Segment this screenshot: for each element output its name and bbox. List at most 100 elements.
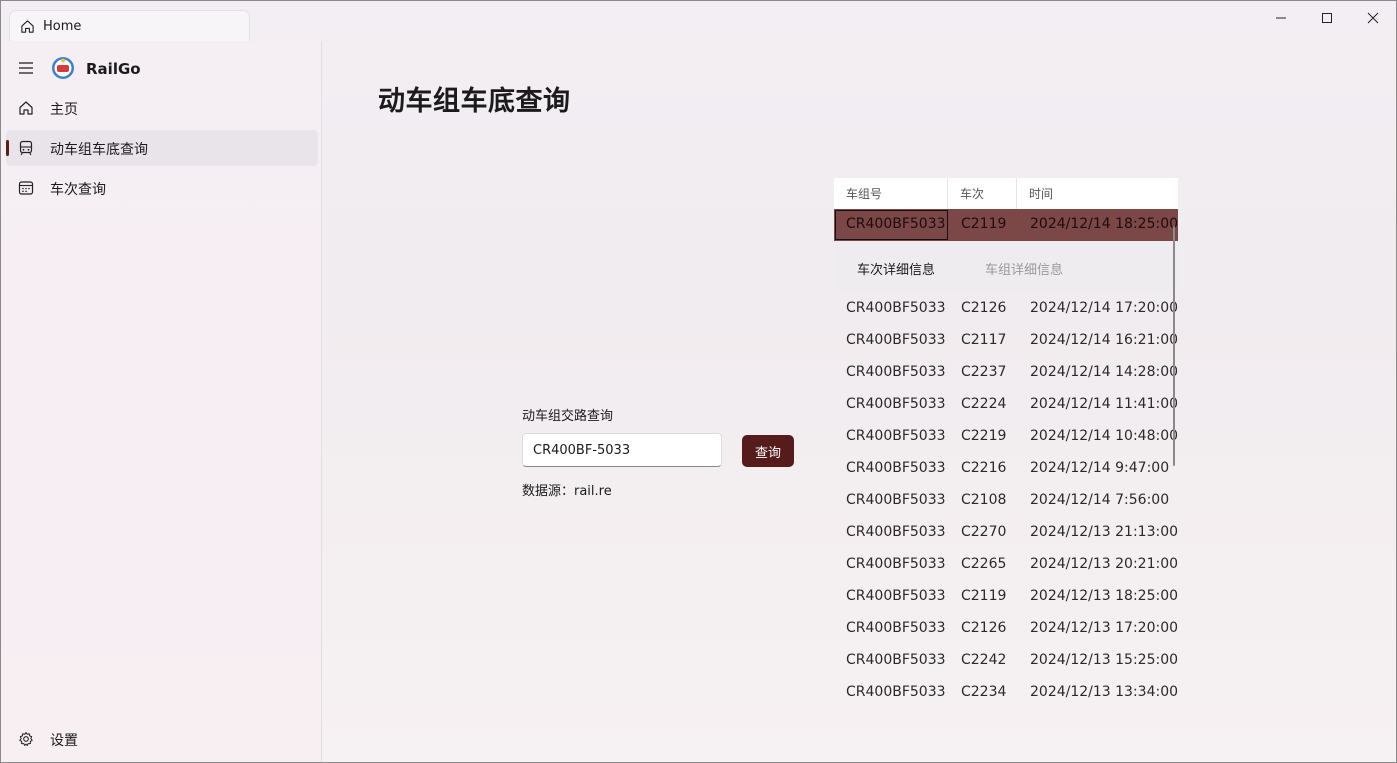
table-row[interactable]: CR400BF5033 C2237 2024/12/14 14:28:00 [834,357,1178,389]
emu-number-input[interactable] [522,433,722,467]
cell-train: C2265 [961,556,1007,572]
cell-train: C2119 [961,588,1007,604]
cell-train: C2270 [961,524,1007,540]
sidebar-item-train-lookup[interactable]: 车次查询 [6,170,318,206]
train-detail-button[interactable]: 车次详细信息 [857,259,935,278]
gear-icon [19,732,33,746]
column-header-unit[interactable]: 车组号 [834,178,948,209]
row-detail-panel: 车次详细信息 车组详细信息 [834,241,1178,293]
app-name: RailGo [86,60,141,78]
minimize-icon [1276,17,1286,19]
cell-time: 2024/12/13 20:21:00 [1030,556,1178,572]
cell-train: C2234 [961,684,1007,700]
cell-unit: CR400BF5033 [846,396,946,412]
tab-title: Home [43,19,82,34]
cell-unit: CR400BF5033 [846,216,946,232]
tab-home[interactable]: Home [9,10,250,42]
cell-train: C2242 [961,652,1007,668]
cell-unit: CR400BF5033 [846,620,946,636]
cell-unit: CR400BF5033 [846,300,946,316]
table-row[interactable]: CR400BF5033 C2117 2024/12/14 16:21:00 [834,325,1178,357]
cell-time: 2024/12/14 18:25:00 [1030,216,1178,232]
cell-unit: CR400BF5033 [846,332,946,348]
cell-time: 2024/12/14 11:41:00 [1030,396,1178,412]
cell-unit: CR400BF5033 [846,428,946,444]
sidebar-item-label: 主页 [50,102,78,118]
unit-detail-button[interactable]: 车组详细信息 [985,259,1063,278]
sidebar-item-home[interactable]: 主页 [6,90,318,126]
column-header-time[interactable]: 时间 [1017,178,1178,209]
cell-train: C2108 [961,492,1007,508]
cell-train: C2126 [961,620,1007,636]
cell-unit: CR400BF5033 [846,524,946,540]
cell-time: 2024/12/14 14:28:00 [1030,364,1178,380]
active-indicator [6,140,9,156]
home-icon [21,20,34,33]
home-icon [19,101,33,115]
cell-train: C2219 [961,428,1007,444]
cell-time: 2024/12/14 16:21:00 [1030,332,1178,348]
railgo-logo-icon [52,57,74,79]
cell-unit: CR400BF5033 [846,460,946,476]
hamburger-menu-icon[interactable] [15,59,37,77]
table-body: CR400BF5033 C2119 2024/12/14 18:25:00 车次… [834,209,1178,709]
sidebar-item-settings[interactable]: 设置 [6,721,318,757]
table-header: 车组号 车次 时间 [834,178,1178,209]
cell-train: C2237 [961,364,1007,380]
close-icon [1367,12,1379,24]
cell-train: C2117 [961,332,1007,348]
cell-time: 2024/12/13 15:25:00 [1030,652,1178,668]
table-row[interactable]: CR400BF5033 C2270 2024/12/13 21:13:00 [834,517,1178,549]
sidebar-item-label: 动车组车底查询 [50,142,148,158]
sidebar-item-emu-lookup[interactable]: 动车组车底查询 [6,130,318,166]
app-window: Home RailGo 主页 动车组车底查询 车次查询 设置 动车组车底查询 动… [0,0,1397,763]
cell-time: 2024/12/14 9:47:00 [1030,460,1170,476]
query-label: 动车组交路查询 [522,409,614,424]
cell-unit: CR400BF5033 [846,652,946,668]
cell-unit: CR400BF5033 [846,492,946,508]
maximize-icon [1322,13,1332,23]
main-content: 动车组车底查询 动车组交路查询 查询 数据源：rail.re 车组号 车次 时间… [323,41,1396,762]
cell-time: 2024/12/13 13:34:00 [1030,684,1178,700]
cell-time: 2024/12/13 21:13:00 [1030,524,1178,540]
page-title: 动车组车底查询 [378,86,571,117]
route-table: 车组号 车次 时间 CR400BF5033 C2119 2024/12/14 1… [834,178,1178,723]
cell-unit: CR400BF5033 [846,588,946,604]
table-row[interactable]: CR400BF5033 C2126 2024/12/13 17:20:00 [834,613,1178,645]
table-row[interactable]: CR400BF5033 C2242 2024/12/13 15:25:00 [834,645,1178,677]
cell-time: 2024/12/14 10:48:00 [1030,428,1178,444]
close-button[interactable] [1350,5,1396,31]
cell-unit: CR400BF5033 [846,364,946,380]
calendar-icon [18,181,34,195]
table-row[interactable]: CR400BF5033 C2224 2024/12/14 11:41:00 [834,389,1178,421]
cell-time: 2024/12/14 17:20:00 [1030,300,1178,316]
table-row[interactable]: CR400BF5033 C2219 2024/12/14 10:48:00 [834,421,1178,453]
query-button[interactable]: 查询 [742,435,794,467]
data-source-label: 数据源：rail.re [522,484,612,499]
table-row-list: CR400BF5033 C2126 2024/12/14 17:20:00 CR400… [834,293,1178,709]
title-bar: Home [1,1,1396,42]
table-row[interactable]: CR400BF5033 C2108 2024/12/14 7:56:00 [834,485,1178,517]
table-row[interactable]: CR400BF5033 C2265 2024/12/13 20:21:00 [834,549,1178,581]
app-header: RailGo [1,53,321,83]
cell-train: C2224 [961,396,1007,412]
sidebar-item-label: 设置 [50,733,78,749]
cell-time: 2024/12/14 7:56:00 [1030,492,1170,508]
table-row[interactable]: CR400BF5033 C2216 2024/12/14 9:47:00 [834,453,1178,485]
maximize-button[interactable] [1304,5,1350,31]
cell-train: C2216 [961,460,1007,476]
sidebar-item-label: 车次查询 [50,182,106,198]
table-row[interactable]: CR400BF5033 C2119 2024/12/13 18:25:00 [834,581,1178,613]
minimize-button[interactable] [1258,5,1304,31]
cell-unit: CR400BF5033 [846,684,946,700]
table-row-selected[interactable]: CR400BF5033 C2119 2024/12/14 18:25:00 [834,209,1178,241]
table-row[interactable]: CR400BF5033 C2234 2024/12/13 13:34:00 [834,677,1178,709]
table-row[interactable]: CR400BF5033 C2126 2024/12/14 17:20:00 [834,293,1178,325]
cell-time: 2024/12/13 18:25:00 [1030,588,1178,604]
column-header-train[interactable]: 车次 [948,178,1017,209]
sidebar: RailGo 主页 动车组车底查询 车次查询 设置 [1,41,322,762]
train-icon [19,140,33,156]
cell-time: 2024/12/13 17:20:00 [1030,620,1178,636]
cell-train: C2119 [961,216,1007,232]
table-scrollbar[interactable] [1173,226,1175,466]
